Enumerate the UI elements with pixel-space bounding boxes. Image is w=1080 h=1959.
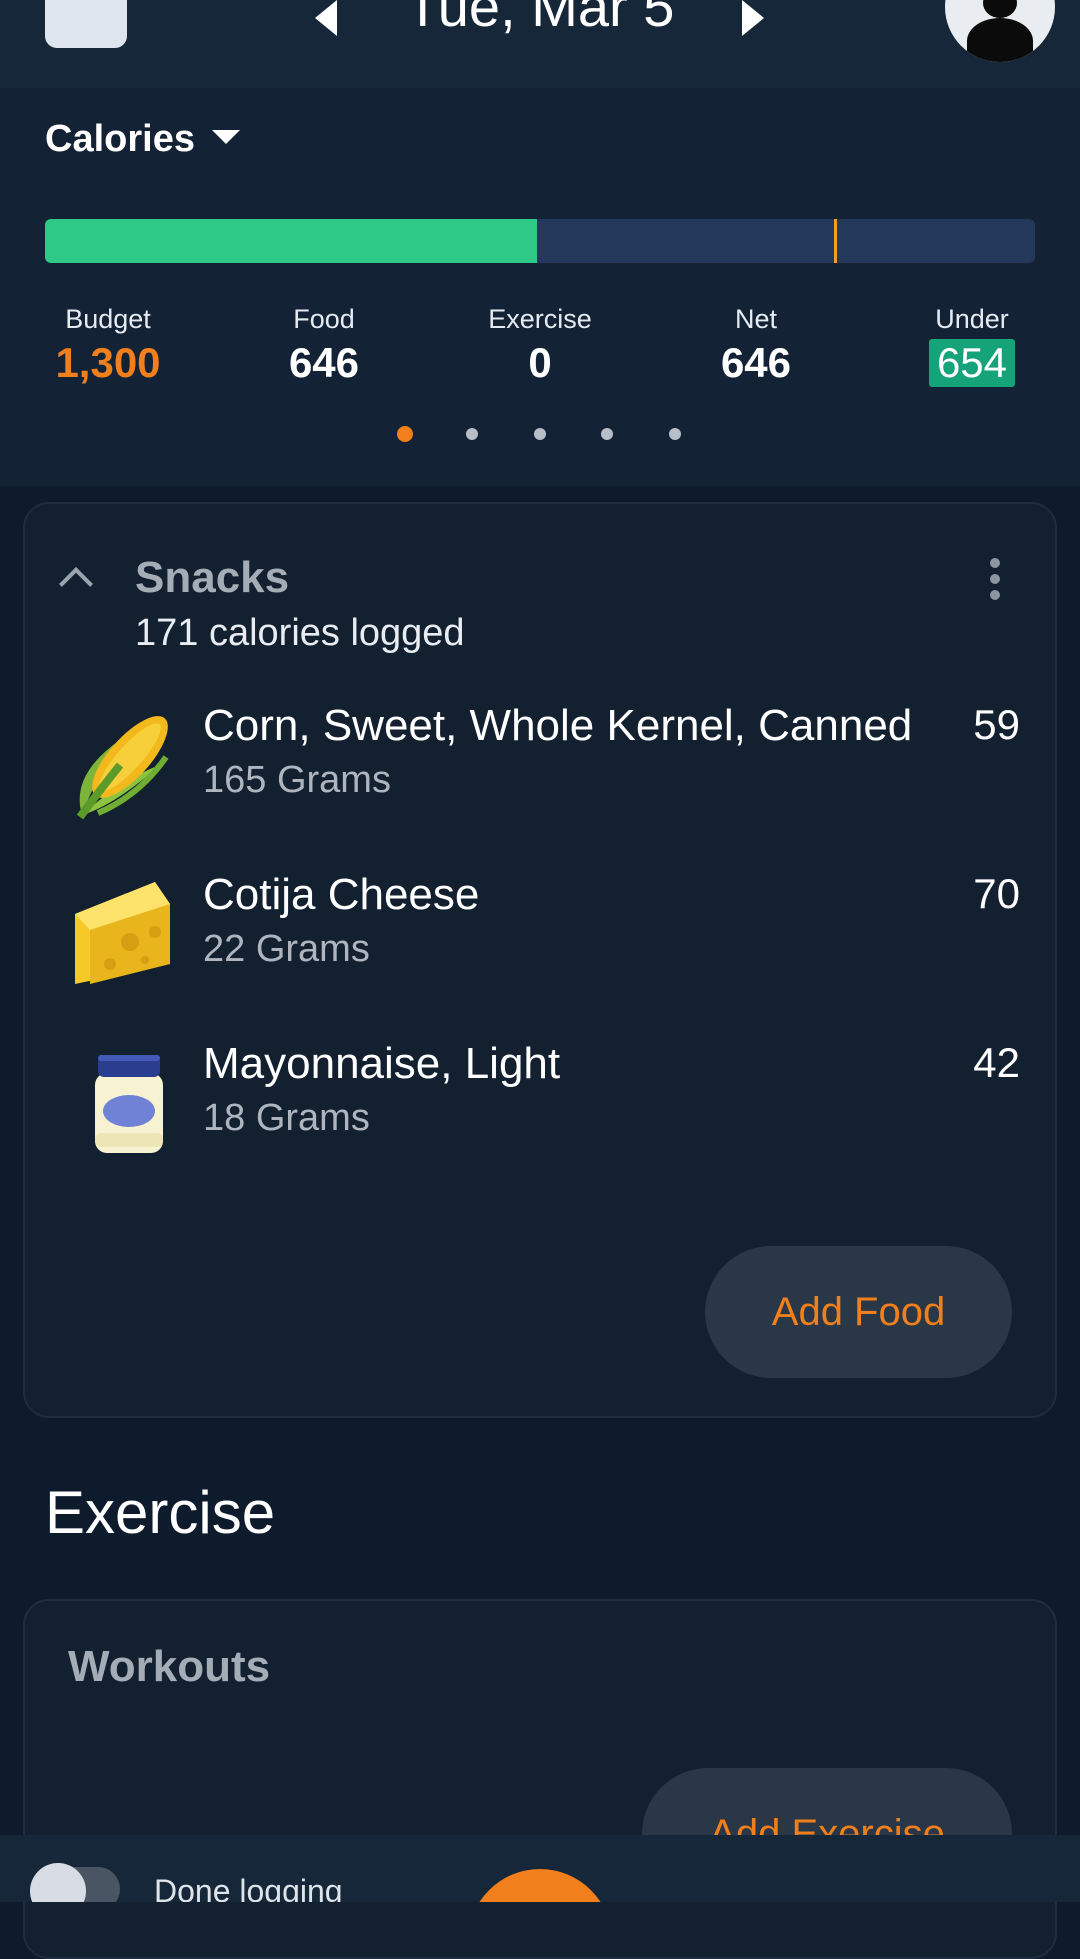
current-date[interactable]: Tue, Mar 5: [340, 0, 740, 39]
next-day-arrow-icon[interactable]: [742, 0, 764, 36]
meal-title[interactable]: Snacks: [135, 553, 289, 603]
stat-exercise-label: Exercise: [488, 304, 592, 334]
stat-food: Food 646: [234, 304, 414, 387]
stat-under: Under 654: [882, 304, 1062, 387]
exercise-section-title: Exercise: [45, 1479, 276, 1546]
top-header: Tue, Mar 5: [0, 0, 1080, 88]
budget-marker: [834, 219, 837, 263]
bottom-bar: Done logging: [0, 1835, 1080, 1902]
page-dot-5[interactable]: [669, 428, 681, 440]
food-item[interactable]: Corn, Sweet, Whole Kernel, Canned 165 Gr…: [60, 695, 1020, 825]
food-item[interactable]: Cotija Cheese 22 Grams 70: [60, 864, 1020, 994]
page-dot-4[interactable]: [601, 428, 613, 440]
caret-down-icon[interactable]: [212, 130, 240, 144]
page-dot-2[interactable]: [466, 428, 478, 440]
quick-add-fab[interactable]: [468, 1869, 612, 1902]
workouts-title: Workouts: [68, 1642, 271, 1691]
stat-food-label: Food: [293, 304, 355, 334]
food-calories: 59: [973, 701, 1020, 748]
food-name: Mayonnaise, Light: [203, 1039, 561, 1088]
food-name: Cotija Cheese: [203, 870, 480, 919]
stat-under-label: Under: [935, 304, 1009, 334]
stat-budget: Budget 1,300: [18, 304, 198, 387]
cheese-icon: [60, 864, 190, 994]
food-quantity: 18 Grams: [203, 1097, 370, 1139]
stat-food-value: 646: [288, 339, 360, 386]
stat-under-badge: 654: [928, 339, 1016, 387]
food-item[interactable]: Mayonnaise, Light 18 Grams 42: [60, 1033, 1020, 1163]
calories-progress-bar: [45, 219, 1035, 263]
more-options-icon[interactable]: [990, 558, 1002, 606]
stat-budget-label: Budget: [65, 304, 151, 334]
food-calories: 70: [973, 870, 1020, 917]
stat-exercise-value: 0: [528, 339, 552, 386]
food-quantity: 165 Grams: [203, 759, 391, 801]
stat-budget-value: 1,300: [55, 339, 161, 386]
app-menu-button[interactable]: [45, 0, 127, 48]
stat-net-value: 646: [720, 339, 792, 386]
done-logging-label: Done logging: [154, 1873, 343, 1902]
corn-icon: [60, 695, 190, 825]
page-dot-3[interactable]: [534, 428, 546, 440]
stat-exercise: Exercise 0: [450, 304, 630, 387]
stat-net-label: Net: [734, 304, 778, 334]
calories-progress-fill: [45, 219, 538, 263]
stat-net: Net 646: [666, 304, 846, 387]
meal-calories-logged: 171 calories logged: [135, 612, 465, 654]
done-logging-toggle[interactable]: [30, 1863, 120, 1902]
previous-day-arrow-icon[interactable]: [315, 0, 337, 36]
calories-dropdown-label[interactable]: Calories: [45, 118, 195, 161]
mayonnaise-jar-icon: [60, 1033, 190, 1163]
food-quantity: 22 Grams: [203, 928, 370, 970]
food-name: Corn, Sweet, Whole Kernel, Canned: [203, 701, 913, 750]
add-food-button[interactable]: Add Food: [705, 1246, 1012, 1378]
food-calories: 42: [973, 1039, 1020, 1086]
page-dot-1[interactable]: [397, 426, 413, 442]
profile-avatar[interactable]: [945, 0, 1055, 62]
